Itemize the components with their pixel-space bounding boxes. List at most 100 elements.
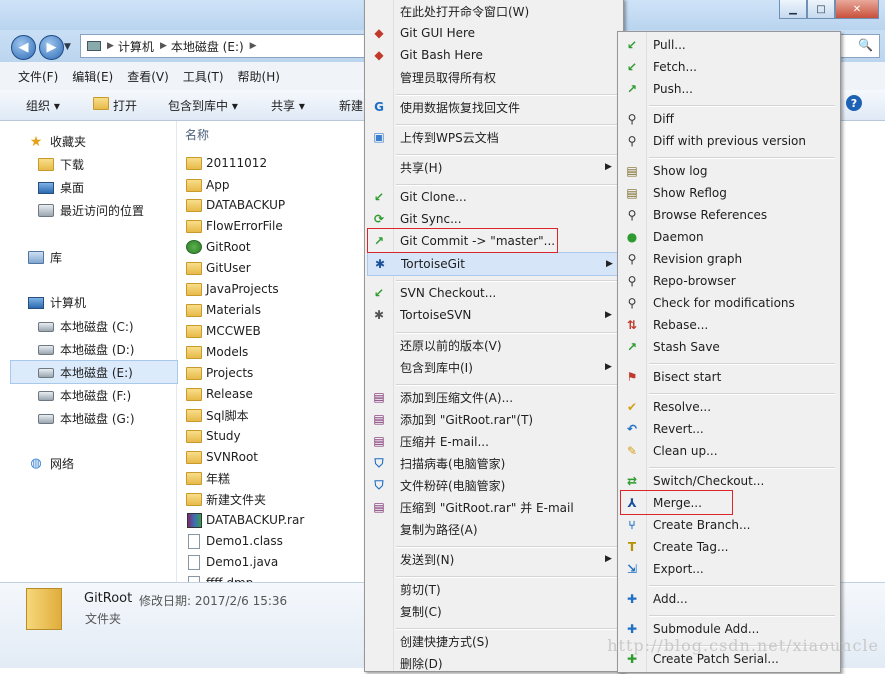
submenu-item[interactable]: ⇄ Switch/Checkout... — [620, 470, 836, 492]
context-menu-item[interactable]: ◆ Git Bash Here — [367, 44, 619, 66]
file-row[interactable]: SVNRoot — [186, 447, 258, 467]
submenu-item[interactable]: ⇅ Rebase... — [620, 314, 836, 336]
submenu-item[interactable]: ⚲ Check for modifications — [620, 292, 836, 314]
context-menu-item[interactable]: 复制为路径(A) — [367, 518, 619, 540]
file-row[interactable]: Sql脚本 — [186, 405, 249, 425]
submenu-item[interactable]: ✚ Add... — [620, 588, 836, 610]
maximize-button[interactable]: □ — [807, 0, 835, 19]
submenu-item[interactable]: ↶ Revert... — [620, 418, 836, 440]
submenu-item[interactable]: ↙ Fetch... — [620, 56, 836, 78]
context-menu-item[interactable]: ✱ TortoiseSVN ▶ — [367, 304, 619, 326]
submenu-item[interactable]: ↙ Pull... — [620, 34, 836, 56]
context-menu-item[interactable]: ↙ SVN Checkout... — [367, 282, 619, 304]
context-menu-item[interactable]: 包含到库中(I) ▶ — [367, 356, 619, 378]
file-row[interactable]: Demo1.java — [186, 552, 278, 572]
file-row[interactable]: Demo1.class — [186, 531, 283, 551]
menu-view[interactable]: 查看(V) — [127, 68, 169, 85]
context-menu-item[interactable]: ◆ Git GUI Here — [367, 22, 619, 44]
submenu-item[interactable]: ▤ Show Reflog — [620, 182, 836, 204]
file-row[interactable]: 新建文件夹 — [186, 489, 266, 509]
context-menu-item[interactable]: ▤ 压缩到 "GitRoot.rar" 并 E-mail — [367, 496, 619, 518]
submenu-item[interactable]: ⚑ Bisect start — [620, 366, 836, 388]
context-menu-item[interactable]: ↙ Git Clone... — [367, 186, 619, 208]
file-row[interactable]: 年糕 — [186, 468, 230, 488]
nav-recent[interactable]: 最近访问的位置 — [38, 202, 144, 219]
context-menu-item[interactable]: 发送到(N) ▶ — [367, 548, 619, 570]
context-menu-item[interactable]: G 使用数据恢复找回文件 — [367, 96, 619, 118]
context-menu-item[interactable]: ▤ 添加到 "GitRoot.rar"(T) — [367, 408, 619, 430]
context-menu-item[interactable]: 共享(H) ▶ — [367, 156, 619, 178]
nav-drive-c[interactable]: 本地磁盘 (C:) — [38, 318, 134, 335]
breadcrumb-computer[interactable]: 计算机 — [118, 38, 154, 55]
submenu-item[interactable]: ↗ Stash Save — [620, 336, 836, 358]
share-button[interactable]: 共享 ▾ — [271, 97, 305, 114]
context-menu-item[interactable]: 复制(C) — [367, 600, 619, 622]
context-menu-item[interactable]: ▣ 上传到WPS云文档 — [367, 126, 619, 148]
context-menu-item[interactable]: 在此处打开命令窗口(W) — [367, 0, 619, 22]
context-menu-item[interactable]: ▤ 添加到压缩文件(A)... — [367, 386, 619, 408]
submenu-item[interactable]: ⚲ Browse References — [620, 204, 836, 226]
file-row[interactable]: App — [186, 175, 229, 195]
context-menu-item[interactable]: ✱ TortoiseGit ▶ — [367, 252, 621, 276]
submenu-item[interactable]: ⚲ Revision graph — [620, 248, 836, 270]
nav-downloads[interactable]: 下载 — [38, 156, 84, 173]
context-menu-item[interactable]: 还原以前的版本(V) — [367, 334, 619, 356]
nav-drive-f[interactable]: 本地磁盘 (F:) — [38, 387, 131, 404]
submenu-item[interactable]: ✔ Resolve... — [620, 396, 836, 418]
context-menu-item[interactable]: ⛉ 文件粉碎(电脑管家) — [367, 474, 619, 496]
nav-favorites[interactable]: ★ 收藏夹 — [28, 133, 86, 150]
nav-desktop[interactable]: 桌面 — [38, 179, 84, 196]
context-menu-item[interactable]: 剪切(T) — [367, 578, 619, 600]
file-row[interactable]: DATABACKUP.rar — [186, 510, 304, 530]
file-row[interactable]: GitRoot — [186, 237, 251, 257]
open-button[interactable]: 打开 — [113, 97, 137, 114]
minimize-button[interactable]: ▁ — [779, 0, 807, 19]
history-dropdown-icon[interactable]: ▼ — [64, 42, 71, 52]
context-menu-item[interactable]: ⛉ 扫描病毒(电脑管家) — [367, 452, 619, 474]
file-row[interactable]: DATABACKUP — [186, 195, 285, 215]
menu-edit[interactable]: 编辑(E) — [72, 68, 113, 85]
submenu-item[interactable]: ⚲ Diff with previous version — [620, 130, 836, 152]
back-button[interactable]: ◀ — [11, 35, 36, 60]
nav-network[interactable]: ◍ 网络 — [28, 455, 74, 472]
submenu-item[interactable]: ✎ Clean up... — [620, 440, 836, 462]
file-row[interactable]: FlowErrorFile — [186, 216, 283, 236]
submenu-item[interactable]: T Create Tag... — [620, 536, 836, 558]
submenu-item[interactable]: ⇲ Export... — [620, 558, 836, 580]
context-menu-item[interactable]: ▤ 压缩并 E-mail... — [367, 430, 619, 452]
help-icon[interactable]: ? — [846, 95, 862, 111]
column-header-name[interactable]: 名称 — [185, 126, 209, 143]
file-row[interactable]: GitUser — [186, 258, 251, 278]
submenu-item[interactable]: ↗ Push... — [620, 78, 836, 100]
file-row[interactable]: Projects — [186, 363, 253, 383]
context-menu-item[interactable]: 创建快捷方式(S) — [367, 630, 619, 652]
organize-button[interactable]: 组织 ▾ — [26, 97, 60, 114]
breadcrumb-drive-e[interactable]: 本地磁盘 (E:) — [171, 38, 244, 55]
nav-drive-g[interactable]: 本地磁盘 (G:) — [38, 410, 135, 427]
include-in-library-button[interactable]: 包含到库中 ▾ — [168, 97, 238, 114]
address-bar[interactable]: ▶ 计算机 ▶ 本地磁盘 (E:) ▶ — [80, 34, 372, 58]
file-row[interactable]: 20111012 — [186, 153, 267, 173]
submenu-item[interactable]: ⚲ Repo-browser — [620, 270, 836, 292]
new-folder-button[interactable]: 新建 — [339, 97, 363, 114]
file-row[interactable]: MCCWEB — [186, 321, 261, 341]
menu-tools[interactable]: 工具(T) — [183, 68, 224, 85]
menu-file[interactable]: 文件(F) — [18, 68, 58, 85]
context-menu-item[interactable]: 删除(D) — [367, 652, 619, 674]
context-menu-item[interactable]: 管理员取得所有权 — [367, 66, 619, 88]
submenu-item[interactable]: ⑂ Create Branch... — [620, 514, 836, 536]
nav-computer[interactable]: 计算机 — [28, 294, 86, 311]
nav-libraries[interactable]: 库 — [28, 249, 62, 266]
menu-help[interactable]: 帮助(H) — [238, 68, 280, 85]
file-row[interactable]: Materials — [186, 300, 261, 320]
submenu-item[interactable]: ● Daemon — [620, 226, 836, 248]
submenu-item[interactable]: ⚲ Diff — [620, 108, 836, 130]
nav-drive-d[interactable]: 本地磁盘 (D:) — [38, 341, 134, 358]
nav-drive-e[interactable]: 本地磁盘 (E:) — [38, 364, 133, 381]
file-row[interactable]: Models — [186, 342, 248, 362]
close-button[interactable]: ✕ — [835, 0, 879, 19]
file-row[interactable]: Study — [186, 426, 241, 446]
submenu-item[interactable]: ▤ Show log — [620, 160, 836, 182]
file-row[interactable]: JavaProjects — [186, 279, 279, 299]
context-menu-item[interactable]: ⟳ Git Sync... — [367, 208, 619, 230]
